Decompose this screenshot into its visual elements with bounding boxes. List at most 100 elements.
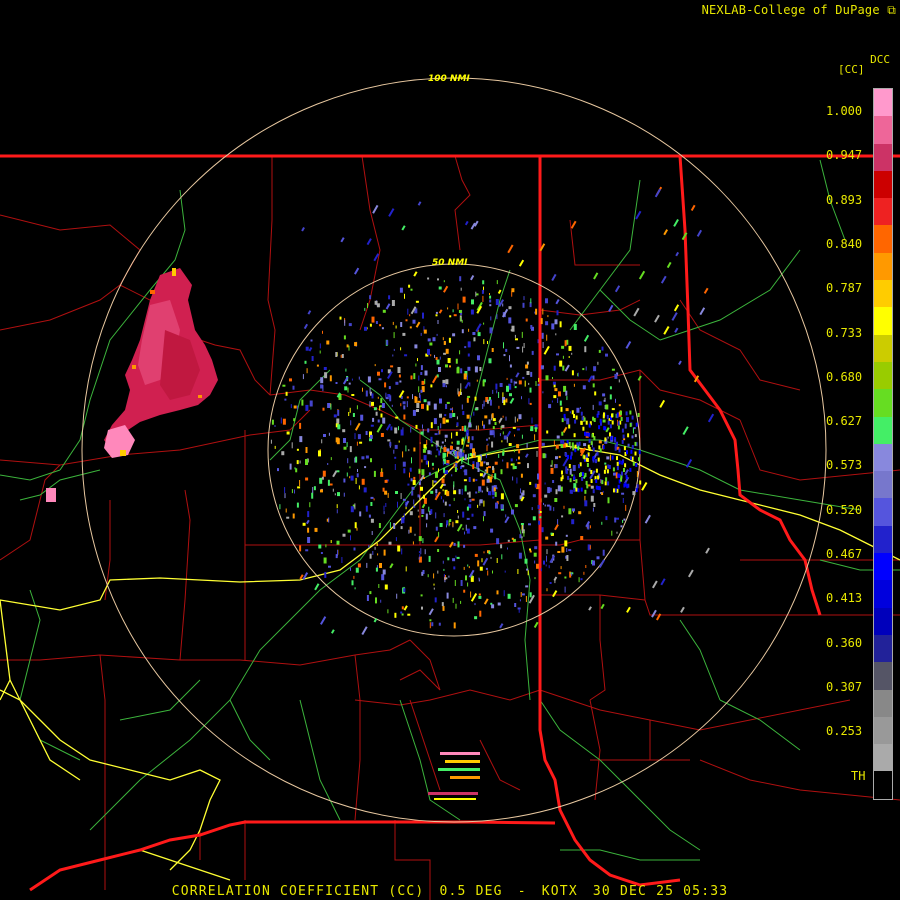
clutter-pixel xyxy=(420,486,423,491)
clutter-pixel xyxy=(445,463,449,466)
clutter-pixel xyxy=(592,404,594,410)
clutter-pixel xyxy=(299,545,302,552)
clutter-pixel xyxy=(514,603,517,607)
clutter-pixel xyxy=(415,424,418,429)
clutter-pixel xyxy=(555,489,558,495)
clutter-pixel xyxy=(585,366,587,371)
credit-label[interactable]: NEXLAB-College of DuPage ⧉ xyxy=(702,3,896,18)
clutter-pixel xyxy=(496,314,498,320)
map-background xyxy=(0,0,900,900)
clutter-pixel xyxy=(430,509,433,515)
clutter-pixel xyxy=(457,515,459,519)
clutter-pixel xyxy=(544,504,546,507)
clutter-pixel xyxy=(622,498,624,503)
clutter-pixel xyxy=(598,401,602,406)
clutter-pixel xyxy=(453,462,455,468)
clutter-pixel xyxy=(439,413,442,418)
clutter-pixel xyxy=(565,469,568,474)
clutter-pixel xyxy=(441,445,443,449)
clutter-pixel xyxy=(522,346,524,353)
clutter-pixel xyxy=(569,468,572,475)
clutter-pixel xyxy=(491,348,494,352)
clutter-pixel xyxy=(598,440,602,444)
clutter-pixel xyxy=(569,455,572,460)
clutter-pixel xyxy=(452,453,454,456)
clutter-pixel xyxy=(435,314,438,317)
clutter-pixel xyxy=(538,377,540,382)
clutter-pixel xyxy=(427,348,430,355)
clutter-pixel xyxy=(585,457,588,462)
clutter-pixel xyxy=(392,354,394,357)
clutter-pixel xyxy=(569,489,572,494)
clutter-pixel xyxy=(560,566,562,570)
clutter-pixel xyxy=(443,352,447,355)
clutter-pixel xyxy=(586,463,589,467)
clutter-pixel xyxy=(377,553,379,556)
clutter-pixel xyxy=(424,378,426,384)
range-ring-label-50: 50 NMI xyxy=(432,258,468,268)
clutter-pixel xyxy=(393,348,395,351)
clutter-pixel xyxy=(337,541,339,544)
clutter-pixel xyxy=(561,475,564,480)
clutter-pixel xyxy=(337,492,340,497)
clutter-pixel xyxy=(544,482,546,485)
clutter-pixel xyxy=(586,432,589,437)
clutter-pixel xyxy=(400,526,403,530)
clutter-pixel xyxy=(584,500,588,507)
clutter-pixel xyxy=(351,378,353,381)
clutter-pixel xyxy=(546,549,548,555)
clutter-pixel xyxy=(598,349,601,353)
radar-map[interactable] xyxy=(0,0,900,900)
clutter-pixel xyxy=(411,457,412,464)
clutter-pixel xyxy=(603,399,606,402)
clutter-pixel xyxy=(537,504,540,509)
clutter-pixel xyxy=(383,549,386,556)
clutter-pixel xyxy=(277,468,279,472)
clutter-pixel xyxy=(606,469,609,474)
clutter-pixel xyxy=(378,584,380,588)
clutter-pixel xyxy=(512,426,516,429)
clutter-pixel xyxy=(474,553,478,557)
clutter-pixel xyxy=(438,468,439,473)
clutter-pixel xyxy=(329,375,332,382)
clutter-pixel xyxy=(545,536,549,540)
clutter-pixel xyxy=(601,480,604,485)
clutter-pixel xyxy=(585,454,588,459)
clutter-pixel xyxy=(471,299,474,305)
clutter-pixel xyxy=(550,467,554,474)
clutter-pixel xyxy=(530,428,532,431)
clutter-pixel xyxy=(592,375,595,380)
clutter-pixel xyxy=(408,449,410,452)
clutter-pixel xyxy=(559,360,563,367)
clutter-pixel xyxy=(580,411,583,416)
clutter-pixel xyxy=(282,384,286,387)
clutter-pixel xyxy=(462,411,465,415)
clutter-pixel xyxy=(448,504,451,507)
clutter-pixel xyxy=(481,289,484,294)
clutter-pixel xyxy=(452,558,456,562)
clutter-pixel xyxy=(477,504,479,508)
clutter-pixel xyxy=(421,514,424,517)
clutter-pixel xyxy=(418,557,420,560)
clutter-pixel xyxy=(574,419,577,424)
clutter-pixel xyxy=(520,473,523,478)
clutter-pixel xyxy=(477,332,481,337)
clutter-pixel xyxy=(382,487,385,492)
clutter-pixel xyxy=(329,483,333,486)
clutter-pixel xyxy=(557,485,561,492)
clutter-pixel xyxy=(575,487,578,492)
clutter-pixel xyxy=(616,531,618,534)
clutter-pixel xyxy=(296,502,299,508)
clutter-pixel xyxy=(474,616,478,620)
clutter-pixel xyxy=(400,322,403,327)
clutter-pixel xyxy=(369,591,372,595)
clutter-pixel xyxy=(439,398,442,404)
clutter-pixel xyxy=(541,527,544,533)
clutter-pixel xyxy=(491,604,495,609)
clutter-pixel xyxy=(561,546,565,553)
color-scale-segment xyxy=(874,716,892,745)
clutter-pixel xyxy=(437,570,439,574)
clutter-pixel xyxy=(404,354,408,357)
clutter-pixel xyxy=(343,446,347,450)
clutter-pixel xyxy=(573,476,576,481)
